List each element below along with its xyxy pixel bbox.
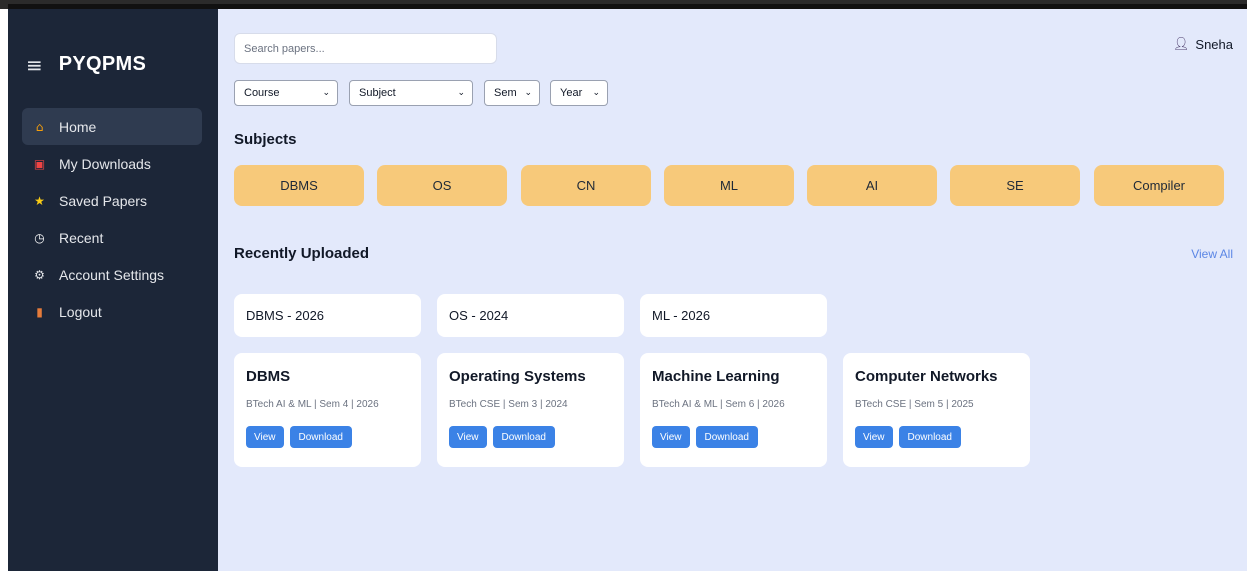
subject-chip-dbms[interactable]: DBMS: [234, 165, 364, 206]
app-title: PYQPMS: [58, 53, 147, 75]
recently-uploaded-heading: Recently Uploaded: [234, 245, 370, 262]
subject-chip-cn[interactable]: CN: [521, 165, 651, 206]
hamburger-icon[interactable]: ≡: [26, 55, 43, 75]
house-icon: ⌂: [35, 119, 44, 134]
view-button[interactable]: View: [246, 426, 284, 448]
paper-meta: BTech AI & ML | Sem 6 | 2026: [652, 399, 785, 410]
sem-select-value: Sem: [494, 87, 517, 99]
sidebar-item-label: Account Settings: [59, 266, 165, 283]
main-content: 👤︎ Sneha Course ⌄ Subject ⌄ Sem ⌄ Year ⌄…: [218, 9, 1247, 571]
subject-chip-se[interactable]: SE: [950, 165, 1080, 206]
sidebar: ≡ PYQPMS ⌂ Home ▣ My Downloads ★ Saved P…: [8, 9, 218, 571]
view-button[interactable]: View: [855, 426, 893, 448]
download-button[interactable]: Download: [695, 426, 758, 448]
search-input[interactable]: [234, 33, 497, 64]
subject-chip-ml[interactable]: ML: [664, 165, 794, 206]
quick-paper-card[interactable]: ML - 2026: [640, 294, 827, 337]
year-select-value: Year: [560, 87, 583, 99]
download-button[interactable]: Download: [898, 426, 961, 448]
brand: ≡ PYQPMS: [26, 53, 146, 76]
download-box-icon: ▣: [33, 156, 46, 171]
course-select[interactable]: Course ⌄: [234, 80, 338, 106]
sidebar-item-recent[interactable]: ◷ Recent: [22, 219, 202, 256]
sidebar-item-my-downloads[interactable]: ▣ My Downloads: [22, 145, 202, 182]
course-select-value: Course: [244, 87, 280, 99]
chevron-down-icon: ⌄: [592, 88, 600, 98]
paper-meta: BTech CSE | Sem 5 | 2025: [855, 399, 974, 410]
sidebar-item-logout[interactable]: ▮ Logout: [22, 293, 202, 330]
year-select[interactable]: Year ⌄: [550, 80, 608, 106]
view-button[interactable]: View: [449, 426, 487, 448]
subject-select[interactable]: Subject ⌄: [349, 80, 473, 106]
paper-meta: BTech CSE | Sem 3 | 2024: [449, 399, 568, 410]
sem-select[interactable]: Sem ⌄: [484, 80, 540, 106]
quick-paper-card[interactable]: DBMS - 2026: [234, 294, 421, 337]
sidebar-item-account-settings[interactable]: ⚙ Account Settings: [22, 256, 202, 293]
door-icon: ▮: [36, 304, 43, 319]
sidebar-nav: ⌂ Home ▣ My Downloads ★ Saved Papers ◷ R…: [22, 108, 202, 330]
quick-paper-card[interactable]: OS - 2024: [437, 294, 624, 337]
paper-title: DBMS: [246, 368, 291, 385]
sidebar-item-label: Saved Papers: [59, 192, 147, 209]
paper-card: Machine Learning BTech AI & ML | Sem 6 |…: [640, 353, 827, 467]
subject-chip-compiler[interactable]: Compiler: [1094, 165, 1224, 206]
sidebar-item-home[interactable]: ⌂ Home: [22, 108, 202, 145]
subject-chip-os[interactable]: OS: [377, 165, 507, 206]
paper-actions: View Download: [652, 426, 827, 448]
paper-title: Machine Learning: [652, 368, 780, 385]
star-icon: ★: [34, 193, 45, 208]
window-top-edge: [0, 0, 1247, 9]
paper-title: Computer Networks: [855, 368, 998, 385]
paper-title: Operating Systems: [449, 368, 586, 385]
paper-meta: BTech AI & ML | Sem 4 | 2026: [246, 399, 379, 410]
paper-actions: View Download: [449, 426, 624, 448]
paper-actions: View Download: [246, 426, 421, 448]
sidebar-item-label: My Downloads: [59, 155, 151, 172]
sidebar-item-label: Home: [59, 118, 97, 135]
subject-select-value: Subject: [359, 87, 396, 99]
paper-card: Operating Systems BTech CSE | Sem 3 | 20…: [437, 353, 624, 467]
download-button[interactable]: Download: [492, 426, 555, 448]
paper-actions: View Download: [855, 426, 1030, 448]
user-icon: 👤︎: [1172, 37, 1190, 52]
sidebar-item-label: Recent: [59, 229, 104, 246]
sidebar-item-saved-papers[interactable]: ★ Saved Papers: [22, 182, 202, 219]
chevron-down-icon: ⌄: [524, 88, 532, 98]
chevron-down-icon: ⌄: [457, 88, 465, 98]
subject-chip-ai[interactable]: AI: [807, 165, 937, 206]
user-menu[interactable]: 👤︎ Sneha: [1173, 37, 1233, 52]
download-button[interactable]: Download: [289, 426, 352, 448]
view-button[interactable]: View: [652, 426, 690, 448]
view-all-link[interactable]: View All: [1191, 247, 1233, 261]
clock-icon: ◷: [34, 230, 45, 245]
chevron-down-icon: ⌄: [322, 88, 330, 98]
user-name: Sneha: [1195, 37, 1233, 52]
paper-card: DBMS BTech AI & ML | Sem 4 | 2026 View D…: [234, 353, 421, 467]
gear-icon: ⚙: [34, 267, 45, 282]
paper-card: Computer Networks BTech CSE | Sem 5 | 20…: [843, 353, 1030, 467]
sidebar-item-label: Logout: [59, 303, 102, 320]
subjects-heading: Subjects: [234, 131, 297, 148]
